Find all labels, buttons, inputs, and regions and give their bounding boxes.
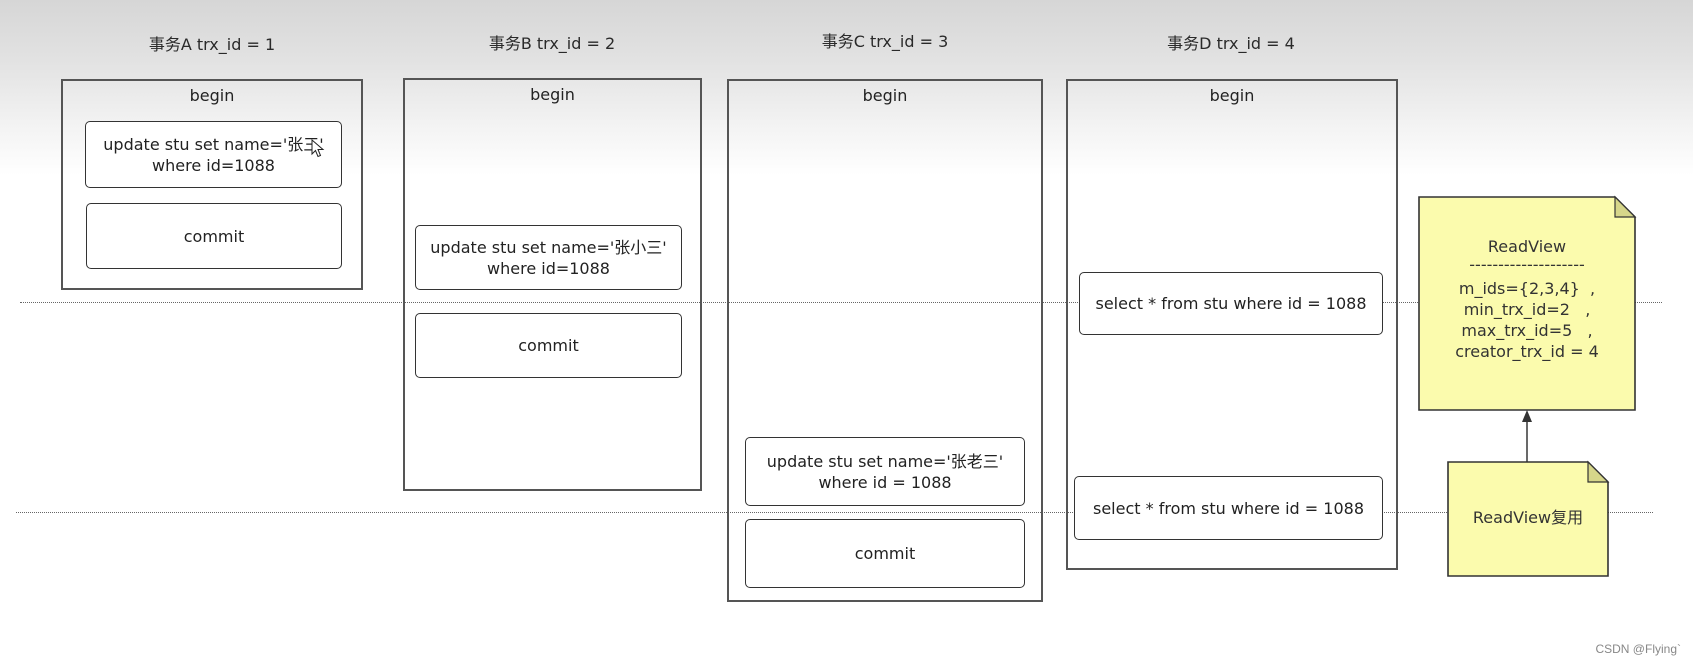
- transaction-d-select-2: select * from stu where id = 1088: [1074, 476, 1383, 540]
- transaction-d-select-1: select * from stu where id = 1088: [1079, 272, 1383, 335]
- transaction-a-update: update stu set name='张三' where id=1088: [85, 121, 342, 188]
- readview-field-m-ids: m_ids={2,3,4} ,: [1458, 279, 1596, 298]
- transaction-b-commit: commit: [415, 313, 682, 378]
- statement-line: where id = 1088: [818, 472, 952, 492]
- readview-separator: --------------------: [1469, 255, 1585, 274]
- transaction-b-title: 事务B trx_id = 2: [488, 34, 616, 53]
- transaction-c-update: update stu set name='张老三' where id = 108…: [745, 437, 1025, 506]
- arrow-up-icon: [1522, 410, 1532, 463]
- mouse-cursor-icon: [311, 139, 325, 158]
- transaction-b-update: update stu set name='张小三' where id=1088: [415, 225, 682, 290]
- transaction-a-title: 事务A trx_id = 1: [148, 35, 276, 54]
- transaction-d-title: 事务D trx_id = 4: [1167, 34, 1295, 53]
- transaction-b-begin: begin: [530, 85, 575, 104]
- readview-reuse-note: ReadView复用: [1447, 460, 1610, 577]
- watermark: CSDN @Flying`: [1595, 642, 1681, 656]
- readview-field-max-trx-id: max_trx_id=5 ,: [1461, 321, 1593, 340]
- transaction-a-begin: begin: [189, 86, 235, 105]
- transaction-c-commit: commit: [745, 519, 1025, 588]
- statement-line: update stu set name='张老三': [766, 451, 1004, 471]
- transaction-a-commit: commit: [86, 203, 342, 269]
- statement-line: select * from stu where id = 1088: [1093, 498, 1364, 518]
- statement-line: update stu set name='张小三': [430, 237, 667, 257]
- readview-field-creator-trx-id: creator_trx_id = 4: [1455, 342, 1599, 361]
- readview-reuse-label: ReadView复用: [1472, 508, 1584, 527]
- statement-line: commit: [854, 544, 916, 563]
- readview-fields: m_ids={2,3,4} , min_trx_id=2 , max_trx_i…: [1418, 278, 1636, 362]
- transaction-c-begin: begin: [862, 86, 908, 105]
- statement-line: where id=1088: [152, 155, 275, 175]
- readview-note: ReadView -------------------- m_ids={2,3…: [1418, 195, 1637, 411]
- transaction-c-title: 事务C trx_id = 3: [821, 32, 949, 51]
- statement-line: select * from stu where id = 1088: [1095, 294, 1367, 313]
- transaction-d-begin: begin: [1209, 86, 1255, 105]
- readview-field-min-trx-id: min_trx_id=2 ,: [1463, 300, 1591, 319]
- statement-line: commit: [518, 336, 579, 355]
- statement-line: commit: [183, 226, 245, 246]
- statement-line: update stu set name='张三': [103, 134, 324, 154]
- statement-line: where id=1088: [487, 258, 610, 278]
